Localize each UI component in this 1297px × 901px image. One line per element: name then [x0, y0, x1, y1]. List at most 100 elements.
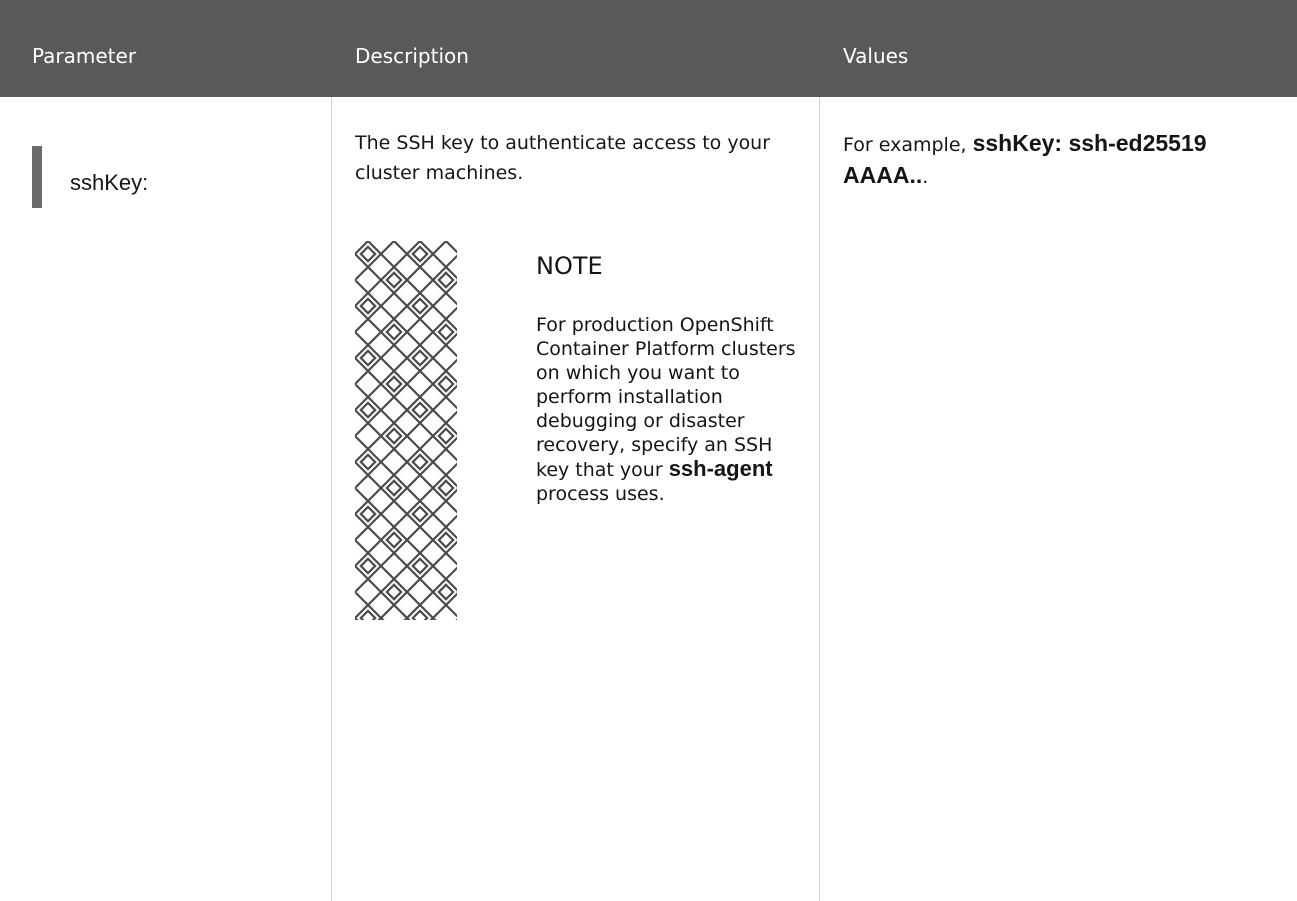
- column-divider: [819, 97, 820, 901]
- pattern-diamond: [355, 317, 383, 347]
- pattern-diamond: [379, 343, 409, 373]
- pattern-diamond: [405, 395, 435, 425]
- pattern-diamond: [379, 265, 409, 295]
- pattern-diamond: [355, 603, 383, 620]
- pattern-diamond: [405, 317, 435, 347]
- header-description: Description: [355, 44, 469, 68]
- column-divider: [331, 97, 332, 901]
- pattern-diamond: [405, 241, 435, 269]
- note-title: NOTE: [536, 252, 603, 280]
- pattern-diamond: [355, 421, 383, 451]
- pattern-inner-diamond: [411, 557, 429, 575]
- description-text: The SSH key to authenticate access to yo…: [355, 132, 771, 184]
- parameter-name: sshKey:: [70, 170, 149, 195]
- pattern-inner-diamond: [411, 349, 429, 367]
- header-values: Values: [843, 44, 909, 68]
- pattern-diamond: [405, 343, 435, 373]
- note-pattern-icon: [355, 241, 457, 620]
- note-body: For production OpenShift Container Platf…: [536, 313, 806, 506]
- pattern-inner-diamond: [359, 505, 377, 523]
- pattern-diamond: [379, 603, 409, 620]
- pattern-diamond: [379, 551, 409, 581]
- pattern-diamond: [355, 343, 383, 373]
- parameter-cell: sshKey:: [32, 146, 312, 208]
- pattern-diamond: [405, 421, 435, 451]
- pattern-inner-diamond: [385, 375, 403, 393]
- pattern-inner-diamond: [411, 505, 429, 523]
- pattern-inner-diamond: [411, 453, 429, 471]
- pattern-diamond: [405, 291, 435, 321]
- pattern-diamond: [379, 317, 409, 347]
- pattern-diamond: [355, 265, 383, 295]
- pattern-diamond: [431, 551, 457, 581]
- pattern-diamond: [379, 525, 409, 555]
- pattern-inner-diamond: [437, 583, 455, 601]
- pattern-diamond: [355, 577, 383, 607]
- pattern-diamond: [405, 369, 435, 399]
- pattern-diamond: [355, 369, 383, 399]
- pattern-diamond: [405, 265, 435, 295]
- values-prefix: For example,: [843, 134, 973, 156]
- pattern-diamond: [379, 291, 409, 321]
- pattern-diamond: [355, 473, 383, 503]
- pattern-diamond: [431, 447, 457, 477]
- note-body-text-end: process uses.: [536, 483, 665, 505]
- values-cell: For example, sshKey: ssh-ed25519 AAAA...: [843, 128, 1288, 192]
- pattern-diamond: [355, 447, 383, 477]
- pattern-inner-diamond: [437, 323, 455, 341]
- parameter-accent-bar: [32, 146, 42, 208]
- pattern-inner-diamond: [437, 427, 455, 445]
- pattern-inner-diamond: [385, 427, 403, 445]
- pattern-diamond: [431, 499, 457, 529]
- pattern-diamond: [379, 421, 409, 451]
- pattern-diamond: [431, 603, 457, 620]
- pattern-diamond: [355, 241, 383, 269]
- pattern-diamond: [355, 551, 383, 581]
- pattern-inner-diamond: [437, 531, 455, 549]
- pattern-diamond: [431, 395, 457, 425]
- note-body-code: ssh-agent: [668, 456, 773, 481]
- pattern-inner-diamond: [411, 401, 429, 419]
- pattern-diamond: [431, 241, 457, 269]
- pattern-inner-diamond: [385, 583, 403, 601]
- pattern-diamond: [355, 499, 383, 529]
- pattern-diamond: [355, 291, 383, 321]
- pattern-diamond: [379, 499, 409, 529]
- table-header: Parameter Description Values: [0, 0, 1297, 97]
- pattern-diamond: [355, 395, 383, 425]
- pattern-inner-diamond: [411, 609, 429, 620]
- pattern-inner-diamond: [385, 271, 403, 289]
- pattern-diamond: [379, 473, 409, 503]
- pattern-inner-diamond: [437, 271, 455, 289]
- pattern-inner-diamond: [359, 557, 377, 575]
- pattern-diamond: [405, 499, 435, 529]
- pattern-diamond: [379, 447, 409, 477]
- pattern-inner-diamond: [437, 479, 455, 497]
- values-suffix: .: [922, 166, 929, 188]
- pattern-diamond: [379, 241, 409, 269]
- pattern-inner-diamond: [385, 323, 403, 341]
- pattern-inner-diamond: [359, 245, 377, 263]
- header-parameter: Parameter: [32, 44, 137, 68]
- pattern-diamond: [431, 343, 457, 373]
- pattern-diamond: [405, 525, 435, 555]
- pattern-diamond: [379, 577, 409, 607]
- pattern-diamond: [379, 369, 409, 399]
- pattern-inner-diamond: [385, 531, 403, 549]
- pattern-inner-diamond: [359, 297, 377, 315]
- pattern-diamond: [405, 447, 435, 477]
- pattern-inner-diamond: [359, 609, 377, 620]
- pattern-diamond: [431, 291, 457, 321]
- pattern-inner-diamond: [385, 479, 403, 497]
- pattern-inner-diamond: [359, 349, 377, 367]
- pattern-inner-diamond: [411, 245, 429, 263]
- pattern-inner-diamond: [437, 375, 455, 393]
- pattern-inner-diamond: [411, 297, 429, 315]
- pattern-diamond: [405, 551, 435, 581]
- pattern-diamond: [405, 577, 435, 607]
- pattern-inner-diamond: [359, 453, 377, 471]
- pattern-diamond: [405, 473, 435, 503]
- pattern-diamond: [379, 395, 409, 425]
- pattern-diamond: [405, 603, 435, 620]
- pattern-inner-diamond: [359, 401, 377, 419]
